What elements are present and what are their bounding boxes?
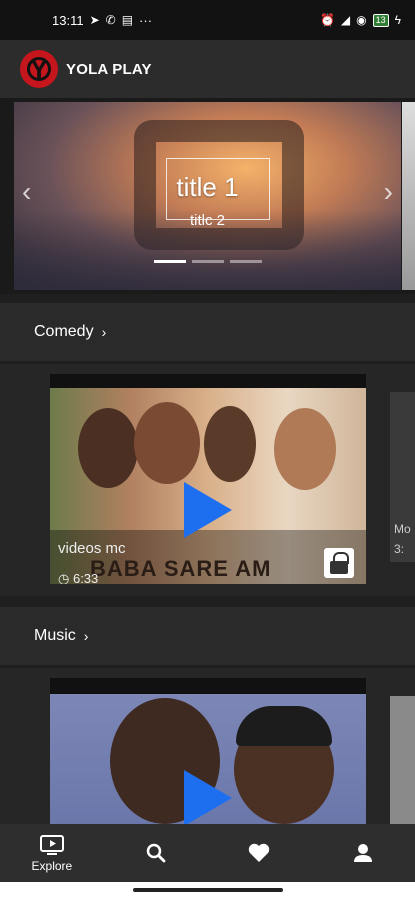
video-card-peek[interactable]: Mo 3:	[390, 392, 415, 562]
more-notifications: ···	[139, 12, 153, 28]
thumb-person	[274, 408, 336, 490]
chevron-right-icon: ›	[83, 628, 89, 644]
signal-icon: ◢	[340, 13, 351, 27]
section-header-music[interactable]: Music ›	[0, 607, 415, 665]
video-duration: ◷ 6:33	[58, 571, 99, 584]
system-gesture-area	[0, 882, 415, 900]
hero-title: title 1	[176, 172, 239, 202]
comedy-row: BABA SARE AM videos mc ◷ 6:33 Mo 3:	[0, 364, 415, 596]
video-card-peek[interactable]	[390, 696, 415, 824]
thumb-person	[78, 408, 138, 488]
play-icon[interactable]	[184, 482, 232, 538]
hero-subtitle: titlc 2	[189, 212, 225, 229]
wifi-icon: ◉	[356, 13, 367, 27]
news-icon: ▤	[121, 13, 134, 27]
telegram-icon: ➤	[89, 13, 100, 27]
alarm-icon: ⏰	[319, 13, 335, 27]
thumb-person	[134, 402, 200, 484]
video-card[interactable]: BABA SARE AM videos mc ◷ 6:33	[50, 374, 366, 584]
carousel-indicators	[154, 260, 262, 263]
hero-carousel: title 1 titlc 2 ‹ ›	[0, 98, 415, 294]
video-card[interactable]	[50, 678, 366, 824]
person-icon	[354, 844, 373, 862]
status-bar: 13:11 ➤ ✆ ▤ ··· ⏰ ◢ ◉ 13 ϟ	[0, 0, 415, 40]
app-logo: Y	[20, 50, 58, 88]
heart-icon	[249, 843, 270, 862]
section-header-comedy[interactable]: Comedy ›	[0, 303, 415, 361]
play-icon[interactable]	[184, 770, 232, 824]
carousel-next-icon[interactable]: ›	[384, 176, 393, 208]
gesture-handle[interactable]	[133, 888, 283, 892]
chevron-right-icon: ›	[101, 324, 107, 340]
status-time: 13:11	[52, 12, 84, 28]
section-title: Comedy	[34, 323, 94, 340]
nav-profile[interactable]	[311, 824, 415, 882]
tv-play-icon	[39, 834, 64, 855]
video-caption: BABA SARE AM	[90, 556, 272, 581]
logo-letter: Y	[30, 54, 48, 84]
app-name: YOLA PLAY	[66, 60, 152, 78]
thumb-person	[204, 406, 256, 482]
carousel-dot[interactable]	[192, 260, 224, 263]
nav-search[interactable]	[104, 824, 208, 882]
app-header: Y YOLA PLAY	[0, 40, 415, 98]
search-icon	[146, 843, 166, 863]
music-row	[0, 668, 415, 824]
hero-next-slide-peek[interactable]	[402, 102, 415, 290]
carousel-dot[interactable]	[230, 260, 262, 263]
video-duration-value: 6:33	[72, 571, 99, 584]
section-title: Music	[34, 627, 76, 644]
carousel-dot[interactable]	[154, 260, 186, 263]
video-channel: videos mc	[58, 540, 126, 557]
whatsapp-icon: ✆	[105, 13, 116, 27]
charging-icon: ϟ	[394, 13, 401, 27]
status-right: ⏰ ◢ ◉ 13 ϟ	[319, 13, 401, 27]
nav-favorites[interactable]	[208, 824, 312, 882]
thumb-cap	[236, 706, 332, 746]
peek-caption: Mo	[394, 522, 411, 536]
nav-label: Explore	[31, 858, 73, 873]
peek-duration: 3:	[394, 542, 405, 556]
status-left: 13:11 ➤ ✆ ▤ ···	[52, 13, 152, 28]
bottom-navigation: Explore	[0, 824, 415, 882]
nav-explore[interactable]: Explore	[0, 824, 104, 882]
video-thumbnail: BABA SARE AM videos mc ◷ 6:33	[50, 388, 366, 584]
carousel-prev-icon[interactable]: ‹	[22, 176, 31, 208]
lock-icon	[324, 548, 354, 578]
battery-icon: 13	[372, 13, 389, 27]
hero-slide[interactable]: title 1 titlc 2 ‹ ›	[14, 102, 401, 290]
